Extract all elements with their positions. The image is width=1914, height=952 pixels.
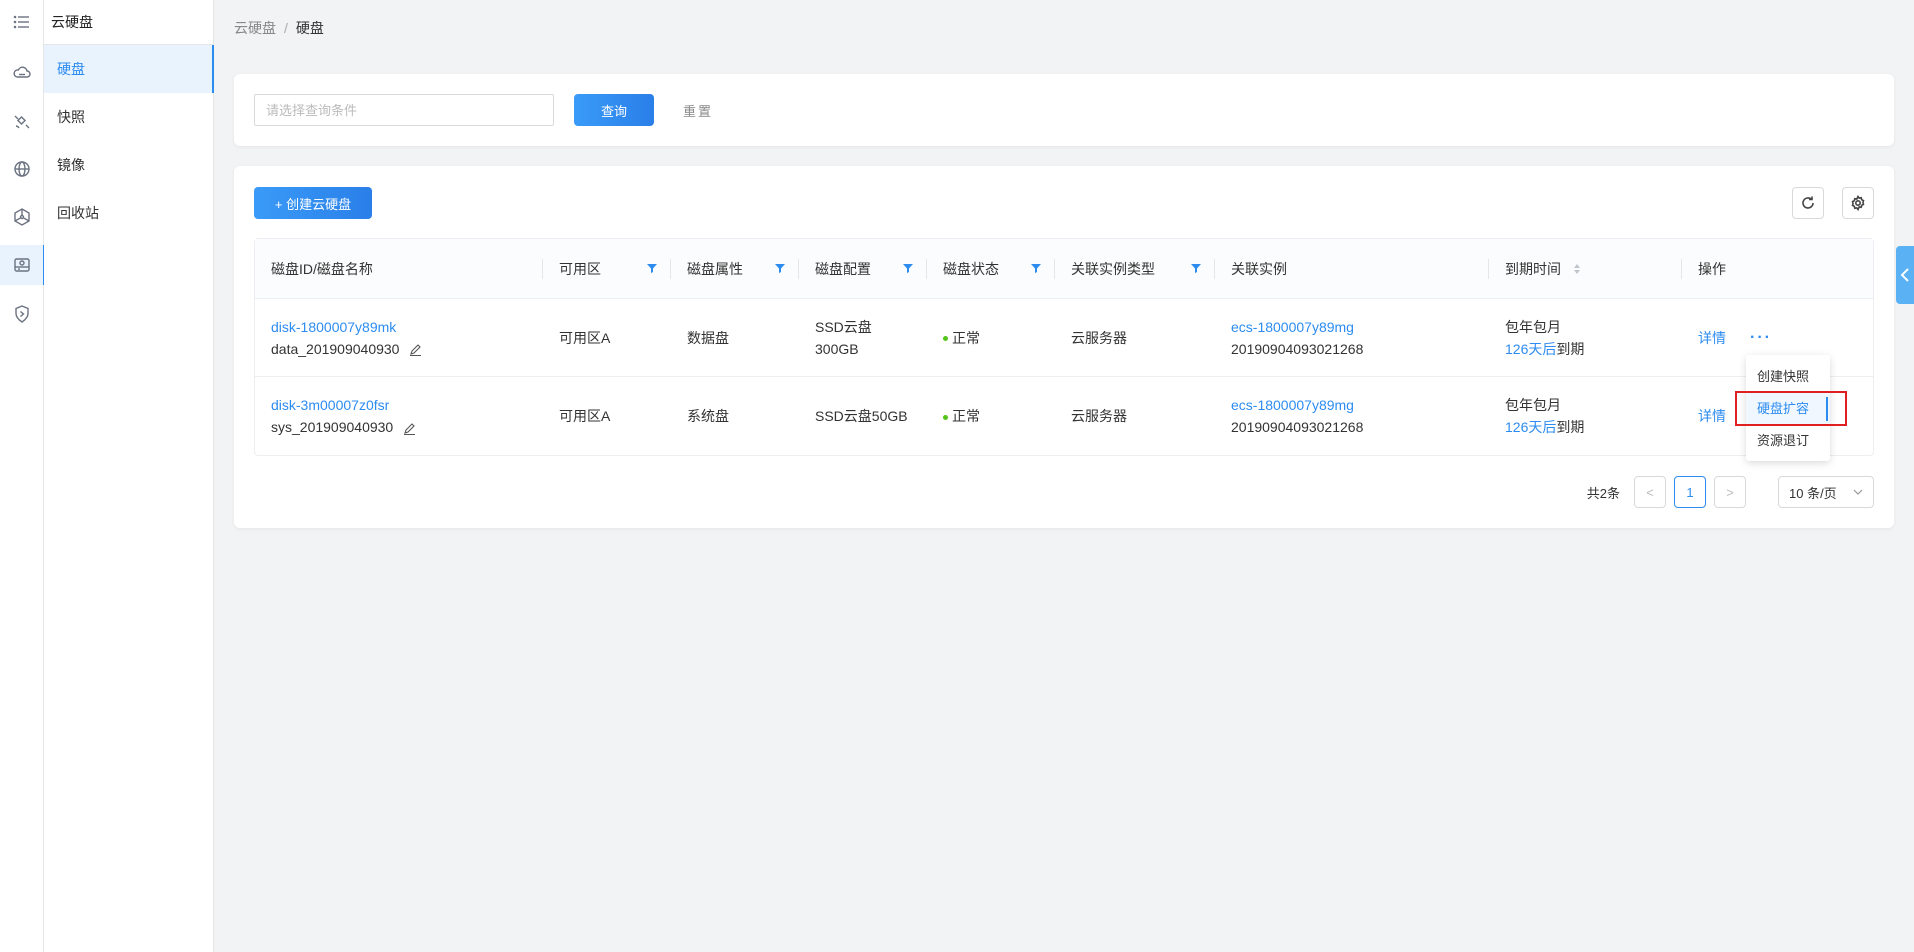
breadcrumb-separator: / xyxy=(284,20,288,36)
sidebar-title: 云硬盘 xyxy=(44,0,213,45)
menu-icon[interactable] xyxy=(0,2,44,42)
zone-cell: 可用区A xyxy=(559,329,611,346)
column-header-instance-type: 关联实例类型 xyxy=(1055,239,1215,299)
filter-icon[interactable] xyxy=(1031,263,1041,273)
search-input[interactable] xyxy=(254,94,554,126)
status-dot xyxy=(943,414,948,420)
disk-id-link[interactable]: disk-1800007y89mk xyxy=(271,316,543,338)
more-actions-icon[interactable]: ··· xyxy=(1750,327,1772,349)
breadcrumb: 云硬盘 / 硬盘 xyxy=(234,18,324,38)
expire-cell: 包年包月 126天后到期 xyxy=(1505,397,1585,435)
sidebar-item-snapshot[interactable]: 快照 xyxy=(44,93,213,141)
reset-button[interactable]: 重置 xyxy=(662,94,734,126)
instance-type-cell: 云服务器 xyxy=(1071,329,1127,346)
icon-rail xyxy=(0,0,45,952)
table-header: 磁盘ID/磁盘名称 可用区 磁盘属性 磁盘配置 磁盘状态 关联实例类型 关联实例… xyxy=(255,239,1873,299)
pagination: 共2条 < 1 > 10 条/页 xyxy=(1587,476,1874,508)
cloud-server-icon[interactable] xyxy=(0,53,44,93)
instance-number: 20190904093021268 xyxy=(1231,340,1364,357)
more-actions-dropdown: 创建快照 硬盘扩容 资源退订 xyxy=(1746,355,1830,461)
disk-table-card: + 创建云硬盘 磁盘ID/磁盘名称 可用区 磁盘属性 磁盘配置 磁盘状态 关联实… xyxy=(234,166,1894,528)
column-header-actions: 操作 xyxy=(1698,261,1726,277)
column-header-status: 磁盘状态 xyxy=(927,239,1055,299)
status-cell: 正常 xyxy=(927,299,1055,376)
create-disk-button[interactable]: + 创建云硬盘 xyxy=(254,187,372,219)
sub-sidebar: 云硬盘 硬盘 快照 镜像 回收站 xyxy=(44,0,214,952)
instance-number: 20190904093021268 xyxy=(1231,419,1364,435)
filter-icon[interactable] xyxy=(775,263,785,273)
next-page-button[interactable]: > xyxy=(1714,476,1746,508)
network-icon[interactable] xyxy=(0,197,44,237)
edit-icon[interactable] xyxy=(409,343,422,357)
unsubscribe-menu-item[interactable]: 资源退订 xyxy=(1746,425,1830,457)
attr-cell: 系统盘 xyxy=(687,408,729,424)
prev-page-button[interactable]: < xyxy=(1634,476,1666,508)
instance-id-link[interactable]: ecs-1800007y89mg xyxy=(1231,316,1489,338)
page-1-button[interactable]: 1 xyxy=(1674,476,1706,508)
config-cell: SSD云盘 300GB xyxy=(815,318,872,357)
collapse-panel-tab[interactable] xyxy=(1896,246,1914,304)
attr-cell: 数据盘 xyxy=(687,329,729,346)
status-dot xyxy=(943,336,948,342)
config-cell: SSD云盘50GB xyxy=(815,408,908,424)
disk-name-cell: sys_201909040930 xyxy=(271,416,543,438)
zone-cell: 可用区A xyxy=(559,408,611,424)
chevron-down-icon xyxy=(1853,489,1863,495)
detail-link[interactable]: 详情 xyxy=(1698,327,1726,349)
shield-icon[interactable] xyxy=(0,294,44,334)
table-row: disk-3m00007z0fsr sys_201909040930 可用区A … xyxy=(255,377,1873,455)
expand-disk-menu-item[interactable]: 硬盘扩容 xyxy=(1746,393,1830,425)
detail-link[interactable]: 详情 xyxy=(1698,405,1726,427)
disk-name-cell: data_201909040930 xyxy=(271,338,543,360)
filter-icon[interactable] xyxy=(903,263,913,273)
search-card: 查询 重置 xyxy=(234,74,1894,146)
instance-type-cell: 云服务器 xyxy=(1071,408,1127,424)
query-button[interactable]: 查询 xyxy=(574,94,654,126)
sidebar-item-disk[interactable]: 硬盘 xyxy=(44,45,214,93)
pagination-total: 共2条 xyxy=(1586,485,1620,501)
sidebar-item-recycle-bin[interactable]: 回收站 xyxy=(44,189,213,237)
column-header-config: 磁盘配置 xyxy=(799,239,927,299)
expire-cell: 包年包月 126天后到期 xyxy=(1505,318,1585,357)
settings-gear-icon[interactable] xyxy=(1842,187,1874,219)
instance-id-link[interactable]: ecs-1800007y89mg xyxy=(1231,394,1489,416)
column-header-disk-id: 磁盘ID/磁盘名称 xyxy=(255,239,543,299)
column-header-instance: 关联实例 xyxy=(1215,239,1489,299)
refresh-icon[interactable] xyxy=(1792,187,1824,219)
disk-table: 磁盘ID/磁盘名称 可用区 磁盘属性 磁盘配置 磁盘状态 关联实例类型 关联实例… xyxy=(254,238,1874,456)
create-snapshot-menu-item[interactable]: 创建快照 xyxy=(1746,361,1830,393)
column-header-attr: 磁盘属性 xyxy=(671,239,799,299)
breadcrumb-current: 硬盘 xyxy=(295,20,324,36)
table-row: disk-1800007y89mk data_201909040930 可用区A… xyxy=(255,299,1873,377)
disk-icon[interactable] xyxy=(0,245,45,285)
edit-icon[interactable] xyxy=(403,422,416,435)
disk-id-link[interactable]: disk-3m00007z0fsr xyxy=(271,394,543,416)
chevron-left-icon xyxy=(1900,268,1909,282)
filter-icon[interactable] xyxy=(647,263,657,273)
sidebar-item-image[interactable]: 镜像 xyxy=(44,141,213,189)
filter-icon[interactable] xyxy=(1191,263,1201,273)
globe-icon[interactable] xyxy=(0,149,44,189)
column-header-expire: 到期时间 xyxy=(1489,239,1682,299)
breadcrumb-parent[interactable]: 云硬盘 xyxy=(234,20,276,36)
page-size-select[interactable]: 10 条/页 xyxy=(1778,476,1874,508)
satellite-icon[interactable] xyxy=(0,101,44,141)
status-cell: 正常 xyxy=(927,377,1055,455)
sort-icon[interactable] xyxy=(1573,263,1581,275)
column-header-zone: 可用区 xyxy=(543,239,671,299)
